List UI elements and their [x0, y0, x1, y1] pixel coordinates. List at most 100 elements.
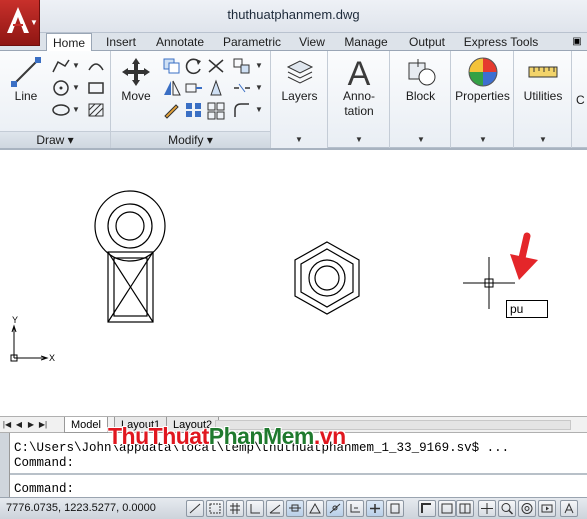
line-button[interactable]: Line: [6, 55, 46, 104]
infer-constraints-button[interactable]: [186, 500, 204, 517]
rectangle-button[interactable]: [85, 78, 107, 98]
ortho-mode-button[interactable]: [246, 500, 264, 517]
tab-annotate[interactable]: Annotate: [150, 33, 210, 51]
dynamic-input-field[interactable]: pu: [506, 300, 548, 318]
next-layout-icon[interactable]: ▶: [26, 419, 36, 431]
pan-button[interactable]: [478, 500, 496, 517]
tab-home[interactable]: Home: [46, 33, 92, 52]
last-layout-icon[interactable]: ▶|: [38, 419, 48, 431]
block-panel[interactable]: Block ▼: [390, 51, 451, 148]
layers-button[interactable]: Layers: [273, 55, 326, 104]
break-button[interactable]: [231, 78, 253, 98]
array-button[interactable]: [183, 100, 205, 120]
model-space-button[interactable]: [418, 500, 436, 517]
chevron-down-icon[interactable]: ▼: [72, 105, 80, 114]
utilities-panel[interactable]: Utilities ▼: [514, 51, 572, 148]
offset-button[interactable]: [205, 100, 227, 120]
properties-button[interactable]: Properties: [453, 55, 512, 104]
layout-button[interactable]: [438, 500, 456, 517]
ribbon-tabs: Home Insert Annotate Parametric View Man…: [0, 33, 587, 52]
object-snap-tracking-button[interactable]: [326, 500, 344, 517]
chevron-down-icon[interactable]: ▼: [355, 135, 363, 144]
annotation-button[interactable]: A Anno- tation: [332, 55, 386, 119]
rotate-button[interactable]: [183, 56, 205, 76]
chevron-down-icon[interactable]: ▼: [255, 61, 263, 70]
chevron-down-icon[interactable]: ▼: [255, 83, 263, 92]
drawing-canvas[interactable]: Y X: [0, 148, 587, 416]
modify-panel-label[interactable]: Modify ▾: [111, 131, 270, 148]
snap-mode-button[interactable]: [206, 500, 224, 517]
properties-label: Properties: [455, 89, 510, 103]
explode-button[interactable]: [231, 56, 253, 76]
block-label: Block: [405, 89, 436, 103]
showmotion-button[interactable]: [538, 500, 556, 517]
first-layout-icon[interactable]: |◀: [2, 419, 12, 431]
arc-button[interactable]: [85, 56, 107, 76]
previous-layout-icon[interactable]: ◀: [14, 419, 24, 431]
chevron-down-icon[interactable]: ▼: [417, 135, 425, 144]
layers-panel[interactable]: Layers ▼: [271, 51, 328, 148]
tab-view[interactable]: View: [294, 33, 330, 51]
steering-wheel-button[interactable]: [518, 500, 536, 517]
chevron-down-icon[interactable]: ▼: [72, 83, 80, 92]
grid-display-button[interactable]: [226, 500, 244, 517]
drawing-object-left[interactable]: [94, 190, 166, 323]
annotation-scale-button[interactable]: [560, 500, 578, 517]
command-input[interactable]: Command:: [14, 482, 74, 496]
hatch-button[interactable]: [85, 100, 107, 120]
ucs-small-icon: [350, 504, 360, 513]
drawing-object-hexagon[interactable]: [294, 241, 360, 315]
polar-tracking-button[interactable]: [266, 500, 284, 517]
move-button[interactable]: Move: [115, 55, 157, 104]
chevron-down-icon[interactable]: ▼: [539, 135, 547, 144]
draw-panel-label[interactable]: Draw ▾: [0, 131, 110, 148]
svg-text:A: A: [348, 55, 371, 89]
showmotion-icon: [541, 504, 553, 513]
tab-express-tools[interactable]: Express Tools: [460, 33, 542, 51]
ucs-button[interactable]: [346, 500, 364, 517]
annotation-panel[interactable]: A Anno- tation ▼: [328, 51, 390, 148]
erase-button[interactable]: [205, 78, 227, 98]
tab-manage[interactable]: Manage: [338, 33, 394, 51]
polyline-icon: [52, 59, 70, 73]
object-snap-button[interactable]: [286, 500, 304, 517]
chevron-down-icon[interactable]: ▼: [479, 135, 487, 144]
chevron-down-icon[interactable]: ▼: [255, 105, 263, 114]
tracking-icon: [329, 503, 341, 514]
copy-button[interactable]: [161, 56, 183, 76]
coordinates-readout: 7776.0735, 1223.5277, 0.0000: [6, 502, 156, 514]
tab-parametric[interactable]: Parametric: [218, 33, 286, 51]
lineweight-button[interactable]: [386, 500, 404, 517]
layout-grid-icon: [459, 503, 471, 514]
minimize-ribbon-icon[interactable]: ▣: [567, 33, 587, 51]
layout-grid-button[interactable]: [456, 500, 474, 517]
clipboard-panel[interactable]: C: [572, 51, 587, 148]
ellipse-button[interactable]: [50, 100, 72, 120]
properties-panel[interactable]: Properties ▼: [451, 51, 514, 148]
modify-panel: Move ▼ ▼ ▼ Modify ▾: [111, 51, 271, 148]
ucs-icon: [10, 324, 49, 362]
circle-button[interactable]: [50, 78, 72, 98]
tab-model[interactable]: Model: [64, 417, 108, 433]
array-icon: [186, 103, 201, 117]
stretch-button[interactable]: [183, 78, 205, 98]
tab-output[interactable]: Output: [402, 33, 452, 51]
line-label: Line: [14, 89, 38, 103]
utilities-button[interactable]: Utilities: [516, 55, 570, 104]
tab-insert[interactable]: Insert: [100, 33, 142, 51]
scale-button[interactable]: [161, 100, 183, 120]
3d-osnap-button[interactable]: [306, 500, 324, 517]
chevron-down-icon[interactable]: ▼: [295, 135, 303, 144]
application-menu-button[interactable]: ▼: [0, 0, 40, 46]
polyline-button[interactable]: [50, 56, 72, 76]
fillet-button[interactable]: [231, 100, 253, 120]
chevron-down-icon[interactable]: ▼: [72, 61, 80, 70]
command-window-grip[interactable]: [0, 433, 10, 497]
mirror-button[interactable]: [161, 78, 183, 98]
block-button[interactable]: Block: [394, 55, 447, 104]
red-arrow-annotation: [510, 232, 538, 280]
trim-button[interactable]: [205, 56, 227, 76]
dynamic-input-button[interactable]: [366, 500, 384, 517]
copy-icon: [163, 58, 180, 74]
zoom-button[interactable]: [498, 500, 516, 517]
